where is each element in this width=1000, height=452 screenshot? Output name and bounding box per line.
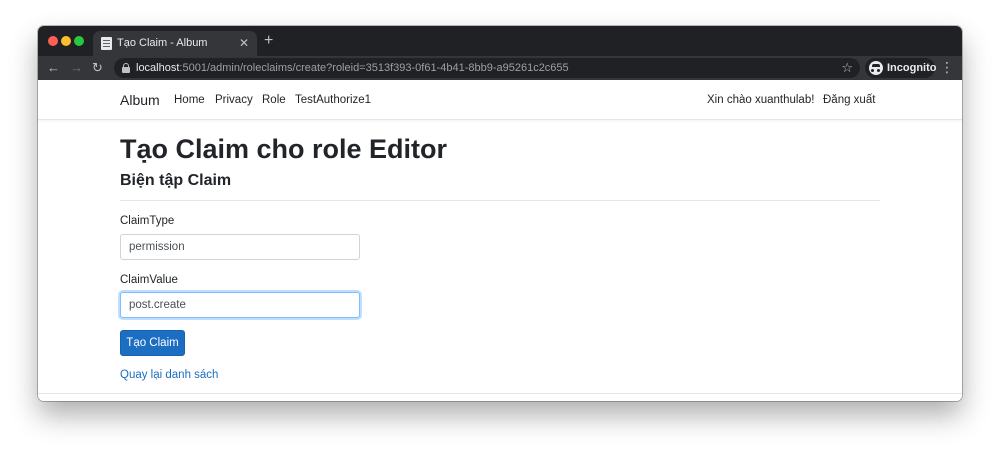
browser-toolbar: ← → ↻ localhost:5001/admin/roleclaims/cr… xyxy=(38,56,962,80)
divider xyxy=(120,200,880,201)
claim-value-input[interactable] xyxy=(120,292,360,318)
address-bar[interactable]: localhost:5001/admin/roleclaims/create?r… xyxy=(114,58,860,78)
tab-title: Tạo Claim - Album xyxy=(117,37,208,49)
nav-link-privacy[interactable]: Privacy xyxy=(215,93,253,107)
page-content: Album Home Privacy Role TestAuthorize1 X… xyxy=(38,80,962,401)
document-icon xyxy=(101,37,112,50)
url-host: localhost xyxy=(136,62,180,74)
minimize-window-button[interactable] xyxy=(61,36,71,46)
footer-divider xyxy=(38,393,962,394)
nav-link-testauthorize1[interactable]: TestAuthorize1 xyxy=(295,93,371,107)
back-to-list-link[interactable]: Quay lại danh sách xyxy=(120,368,218,382)
create-claim-button[interactable]: Tạo Claim xyxy=(120,330,185,356)
forward-arrow-icon[interactable]: → xyxy=(70,59,83,76)
claim-value-label: ClaimValue xyxy=(120,274,178,286)
url-text: localhost:5001/admin/roleclaims/create?r… xyxy=(136,61,569,75)
profile-button[interactable]: Incognito xyxy=(865,58,937,78)
more-menu-icon[interactable]: ⋮ xyxy=(940,59,954,76)
back-arrow-icon[interactable]: ← xyxy=(47,59,60,76)
reload-icon[interactable]: ↻ xyxy=(92,59,103,76)
page-title: Tạo Claim cho role Editor xyxy=(120,134,448,164)
claim-type-label: ClaimType xyxy=(120,215,175,227)
zoom-window-button[interactable] xyxy=(74,36,84,46)
claim-type-input[interactable] xyxy=(120,234,360,260)
close-icon[interactable]: ✕ xyxy=(239,36,249,50)
nav-link-role[interactable]: Role xyxy=(262,93,286,107)
tab-strip: Tạo Claim - Album ✕ + xyxy=(38,26,962,56)
page-subtitle: Biện tập Claim xyxy=(120,172,232,189)
brand-link[interactable]: Album xyxy=(120,92,160,108)
close-window-button[interactable] xyxy=(48,36,58,46)
plus-icon[interactable]: + xyxy=(264,32,273,49)
user-greeting-link[interactable]: Xin chào xuanthulab! xyxy=(707,93,814,107)
active-tab[interactable]: Tạo Claim - Album ✕ xyxy=(93,31,257,56)
url-path: :5001/admin/roleclaims/create?roleid=351… xyxy=(179,62,569,74)
browser-window: Tạo Claim - Album ✕ + ← → ↻ localhost:50… xyxy=(38,26,962,401)
logout-link[interactable]: Đăng xuất xyxy=(823,93,875,107)
profile-label: Incognito xyxy=(887,62,937,74)
incognito-icon xyxy=(869,61,883,75)
site-navbar: Album Home Privacy Role TestAuthorize1 X… xyxy=(38,80,962,120)
star-icon[interactable]: ☆ xyxy=(841,59,853,76)
lock-icon xyxy=(122,63,130,73)
nav-link-home[interactable]: Home xyxy=(174,93,205,107)
